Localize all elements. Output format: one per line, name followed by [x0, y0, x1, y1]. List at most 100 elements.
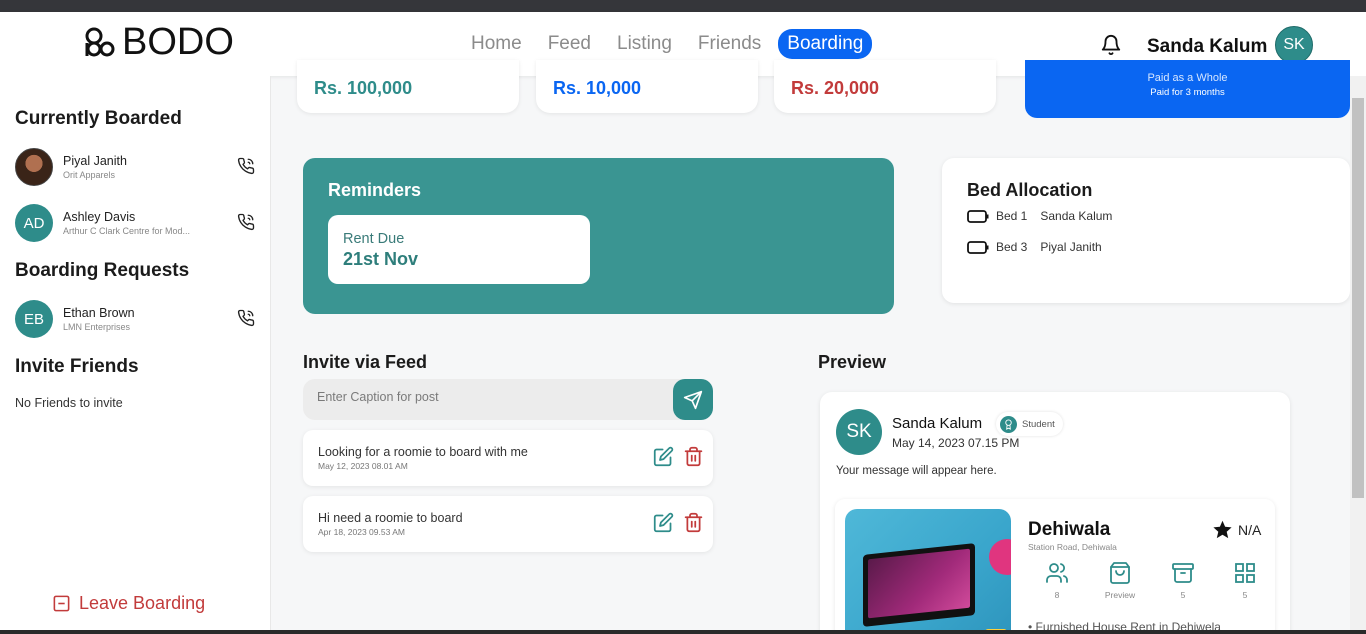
phone-icon[interactable] [237, 213, 255, 231]
invite-friends-heading: Invite Friends [15, 356, 139, 377]
nav-friends[interactable]: Friends [689, 29, 770, 59]
amenity-value: 8 [1054, 590, 1060, 600]
bed-row: Bed 1 Sanda Kalum [967, 209, 1112, 223]
post-date: May 12, 2023 08.01 AM [318, 461, 408, 471]
invite-via-feed-heading: Invite via Feed [303, 352, 428, 372]
post-date: Apr 18, 2023 09.53 AM [318, 527, 405, 537]
post-text: Looking for a roomie to board with me [318, 445, 528, 459]
caption-input[interactable] [317, 390, 657, 404]
feed-post: Looking for a roomie to board with me Ma… [303, 430, 713, 486]
send-icon [683, 390, 703, 409]
boarded-person[interactable]: AD Ashley Davis Arthur C Clark Centre fo… [15, 203, 255, 243]
browser-chrome-strip [0, 0, 1366, 12]
no-friends-text: No Friends to invite [15, 396, 123, 410]
user-avatar[interactable]: SK [1275, 26, 1313, 64]
boarded-person[interactable]: Piyal Janith Orit Apparels [15, 147, 255, 187]
brand-logo[interactable]: BODO [84, 21, 234, 63]
preview-date: May 14, 2023 07.15 PM [892, 436, 1020, 450]
preview-card: SK Sanda Kalum Student May 14, 2023 07.1… [820, 392, 1290, 634]
brand-name: BODO [122, 21, 234, 63]
person-org: LMN Enterprises [63, 322, 131, 332]
stat-value: Rs. 10,000 [553, 78, 642, 98]
bed-label: Bed 1 [996, 209, 1028, 223]
bell-icon[interactable] [1100, 34, 1122, 56]
person-name: Ethan Brown [63, 306, 135, 320]
person-org: Orit Apparels [63, 170, 116, 180]
listing-card[interactable]: Dehiwala Station Road, Dehiwala N/A 8 Pr… [835, 499, 1275, 634]
amenity-grid: 5 [1225, 561, 1265, 600]
payment-line1: Paid as a Whole [1147, 72, 1228, 84]
payment-status-card: Paid as a Whole Paid for 3 months [1025, 60, 1350, 118]
caption-input-wrapper [303, 379, 713, 420]
feed-post: Hi need a roomie to board Apr 18, 2023 0… [303, 496, 713, 552]
currently-boarded-heading: Currently Boarded [15, 108, 182, 129]
nav-home[interactable]: Home [462, 29, 531, 59]
listing-title: Dehiwala [1028, 519, 1111, 540]
user-name[interactable]: Sanda Kalum [1147, 36, 1267, 58]
request-person[interactable]: EB Ethan Brown LMN Enterprises [15, 299, 255, 339]
bodo-logo-icon [85, 27, 115, 57]
person-org: Arthur C Clark Centre for Mod... [63, 226, 191, 236]
badge-label: Student [1022, 418, 1055, 430]
amenity-value: Preview [1104, 590, 1136, 600]
stat-card-total: Rs. 100,000 [297, 60, 519, 113]
bed-row: Bed 3 Piyal Janith [967, 240, 1102, 254]
send-post-button[interactable] [673, 379, 713, 420]
bed-allocation-title: Bed Allocation [967, 180, 1093, 200]
phone-icon[interactable] [237, 157, 255, 175]
avatar: SK [836, 409, 882, 455]
bed-icon [967, 240, 989, 254]
stat-value: Rs. 100,000 [314, 78, 413, 98]
bed-occupant: Sanda Kalum [1040, 209, 1113, 223]
bag-icon [1110, 562, 1130, 584]
reminder-label: Rent Due [343, 231, 405, 247]
listing-rating: N/A [1212, 519, 1261, 540]
trash-icon[interactable] [683, 512, 704, 533]
boarding-requests-heading: Boarding Requests [15, 260, 190, 281]
scroll-thumb[interactable] [1352, 98, 1364, 498]
nav-feed[interactable]: Feed [539, 29, 600, 59]
nav-boarding[interactable]: Boarding [778, 29, 873, 59]
grid-icon [1235, 563, 1255, 583]
minus-square-icon [53, 595, 70, 612]
amenity-people: 8 [1037, 561, 1077, 600]
stat-card-due: Rs. 20,000 [774, 60, 996, 113]
preview-author: Sanda Kalum [892, 415, 983, 432]
avatar [15, 148, 53, 186]
bed-label: Bed 3 [996, 240, 1028, 254]
amenity-archive: 5 [1163, 561, 1203, 600]
edit-icon[interactable] [653, 446, 674, 467]
amenity-value: 5 [1180, 590, 1186, 600]
archive-icon [1172, 563, 1194, 583]
amenity-bag: Preview [1100, 561, 1140, 600]
people-icon [1046, 563, 1068, 583]
main-nav: Home Feed Listing Friends Boarding [462, 29, 873, 59]
bed-icon [967, 209, 989, 223]
avatar: EB [15, 300, 53, 338]
preview-heading: Preview [818, 352, 887, 372]
badge-icon [1000, 415, 1017, 433]
rating-value: N/A [1238, 521, 1262, 538]
reminder-value: 21st Nov [343, 249, 419, 269]
leave-boarding-label: Leave Boarding [79, 593, 206, 613]
reminders-panel: Reminders Rent Due 21st Nov [303, 158, 894, 314]
listing-image [845, 509, 1011, 634]
edit-icon[interactable] [653, 512, 674, 533]
phone-icon[interactable] [237, 309, 255, 327]
trash-icon[interactable] [683, 446, 704, 467]
nav-listing[interactable]: Listing [608, 29, 681, 59]
reminders-title: Reminders [328, 180, 422, 200]
star-icon [1213, 520, 1232, 539]
stat-card-paid: Rs. 10,000 [536, 60, 758, 113]
page-scrollbar[interactable] [1350, 76, 1366, 634]
avatar: AD [15, 204, 53, 242]
listing-address: Station Road, Dehiwala [1028, 542, 1117, 552]
stat-value: Rs. 20,000 [791, 78, 880, 98]
person-name: Piyal Janith [63, 154, 127, 168]
sidebar: Currently Boarded Piyal Janith Orit Appa… [0, 76, 271, 634]
amenity-value: 5 [1242, 590, 1248, 600]
leave-boarding-button[interactable]: Leave Boarding [52, 593, 205, 614]
payment-line2: Paid for 3 months [1150, 87, 1225, 98]
role-badge: Student [996, 412, 1063, 436]
person-name: Ashley Davis [63, 210, 136, 224]
